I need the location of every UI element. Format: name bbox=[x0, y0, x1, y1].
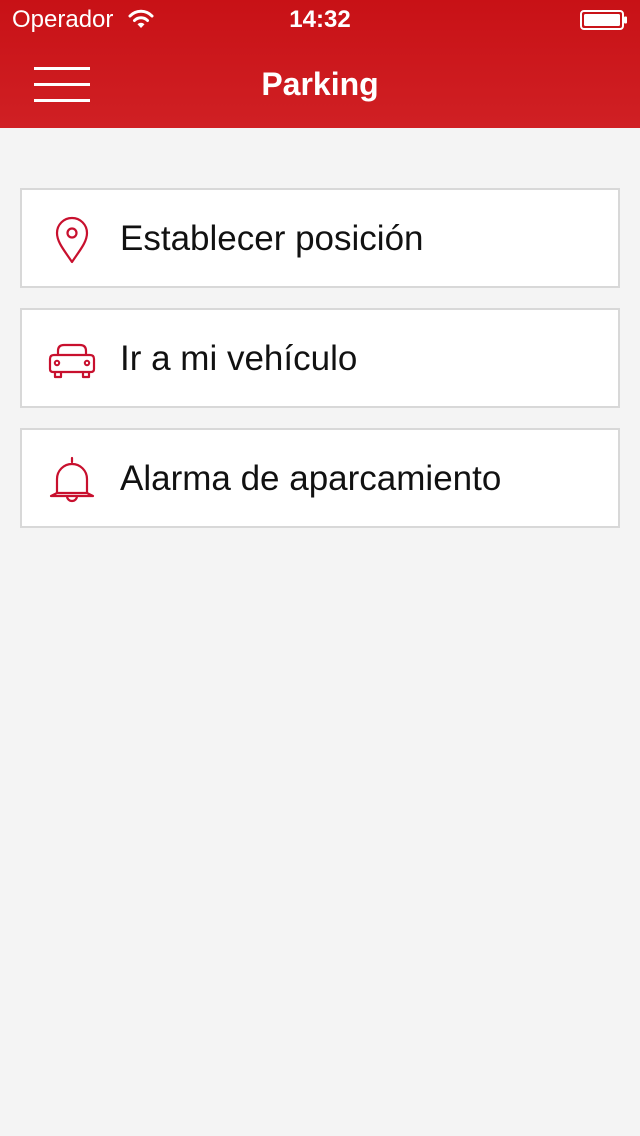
map-pin-icon bbox=[44, 215, 100, 265]
parking-alarm-button[interactable]: Alarma de aparcamiento bbox=[20, 428, 620, 528]
parking-alarm-label: Alarma de aparcamiento bbox=[120, 459, 502, 498]
page-title: Parking bbox=[261, 66, 379, 102]
set-position-button[interactable]: Establecer posición bbox=[20, 188, 620, 288]
go-to-vehicle-label: Ir a mi vehículo bbox=[120, 339, 358, 378]
top-bar: Operador 14:32 Parking bbox=[0, 0, 640, 128]
go-to-vehicle-button[interactable]: Ir a mi vehículo bbox=[20, 308, 620, 408]
status-bar: Operador 14:32 bbox=[0, 0, 640, 40]
navigation-bar: Parking bbox=[0, 40, 640, 128]
set-position-label: Establecer posición bbox=[120, 219, 424, 258]
battery-icon bbox=[580, 10, 628, 30]
car-icon bbox=[44, 335, 100, 385]
clock-label: 14:32 bbox=[289, 6, 351, 33]
bell-icon bbox=[44, 455, 100, 505]
parking-options-list: Establecer posición Ir a mi vehículo Ala… bbox=[20, 188, 620, 548]
